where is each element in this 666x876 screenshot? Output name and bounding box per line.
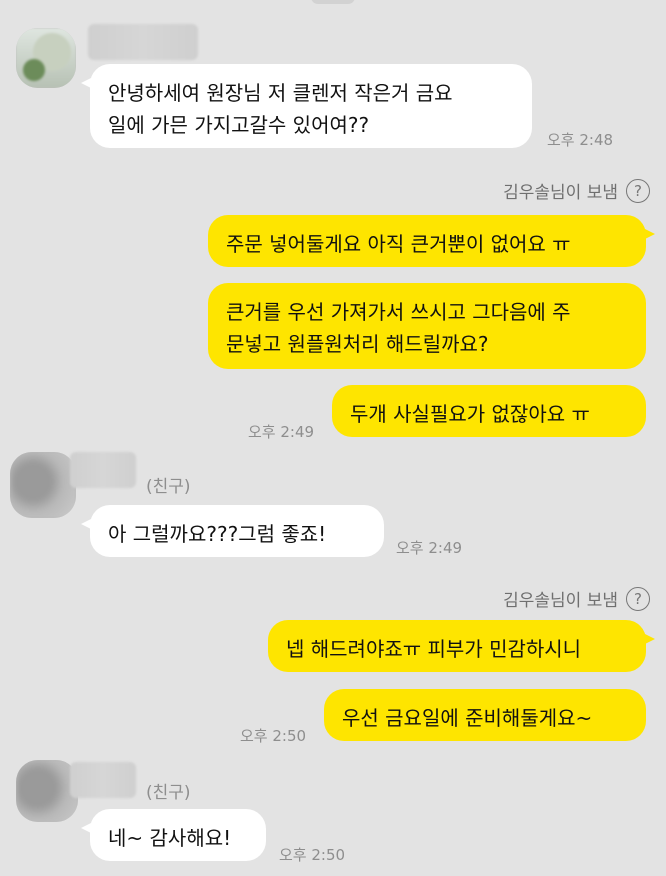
sent-by-text: 김우솔님이 보냄 <box>503 183 618 203</box>
avatar[interactable] <box>16 28 76 88</box>
sender-name-blurred <box>70 452 136 488</box>
sent-by-text: 김우솔님이 보냄 <box>503 591 618 611</box>
message-text: 넵 해드려야죠ㅠ 피부가 민감하시니 <box>286 637 582 661</box>
message-bubble-incoming[interactable]: 네~ 감사해요! <box>81 809 266 861</box>
message-bubble-incoming[interactable]: 안녕하세여 원장님 저 클렌저 작은거 금요 일에 가믄 가지고갈수 있어여?? <box>81 64 532 148</box>
message-text: 우선 금요일에 준비해둘게요~ <box>342 706 593 730</box>
message-bubble-outgoing[interactable]: 큰거를 우선 가져가서 쓰시고 그다음에 주 문넣고 원플원처리 해드릴까요? <box>208 283 646 369</box>
message-time: 오후 2:49 <box>248 423 315 441</box>
friend-tag: (친구) <box>146 783 191 803</box>
message-text: 네~ 감사해요! <box>108 826 232 850</box>
friend-tag: (친구) <box>146 477 191 497</box>
message-bubble-outgoing[interactable]: 두개 사실필요가 없잖아요 ㅠ <box>332 385 646 437</box>
message-time: 오후 2:50 <box>240 727 307 745</box>
avatar[interactable] <box>16 760 78 822</box>
sender-name-blurred <box>88 24 198 60</box>
message-text: 큰거를 우선 가져가서 쓰시고 그다음에 주 <box>226 300 571 324</box>
message-text: 두개 사실필요가 없잖아요 ㅠ <box>350 402 590 426</box>
message-time: 오후 2:50 <box>279 846 346 864</box>
sender-name-blurred <box>70 762 136 798</box>
message-bubble-outgoing[interactable]: 우선 금요일에 준비해둘게요~ <box>324 689 646 741</box>
message-time: 오후 2:49 <box>396 539 463 557</box>
sent-by-label: 김우솔님이 보냄 ? <box>503 178 650 203</box>
message-text: 일에 가믄 가지고갈수 있어여?? <box>108 113 370 137</box>
message-bubble-outgoing[interactable]: 넵 해드려야죠ㅠ 피부가 민감하시니 <box>268 620 655 672</box>
avatar[interactable] <box>10 452 76 518</box>
question-circle-icon[interactable]: ? <box>626 178 650 203</box>
message-text: 주문 넣어둘게요 아직 큰거뿐이 없어요 ㅠ <box>226 232 571 256</box>
message-time: 오후 2:48 <box>547 131 614 149</box>
message-bubble-incoming[interactable]: 아 그럴까요???그럼 좋죠! <box>81 505 384 557</box>
message-text: 아 그럴까요???그럼 좋죠! <box>108 522 327 546</box>
question-circle-icon[interactable]: ? <box>626 586 650 611</box>
sent-by-label: 김우솔님이 보냄 ? <box>503 586 650 611</box>
message-bubble-outgoing[interactable]: 주문 넣어둘게요 아직 큰거뿐이 없어요 ㅠ <box>208 215 655 267</box>
scroll-indicator <box>311 0 355 4</box>
message-text: 안녕하세여 원장님 저 클렌저 작은거 금요 <box>108 81 453 105</box>
message-text: 문넣고 원플원처리 해드릴까요? <box>226 332 489 356</box>
